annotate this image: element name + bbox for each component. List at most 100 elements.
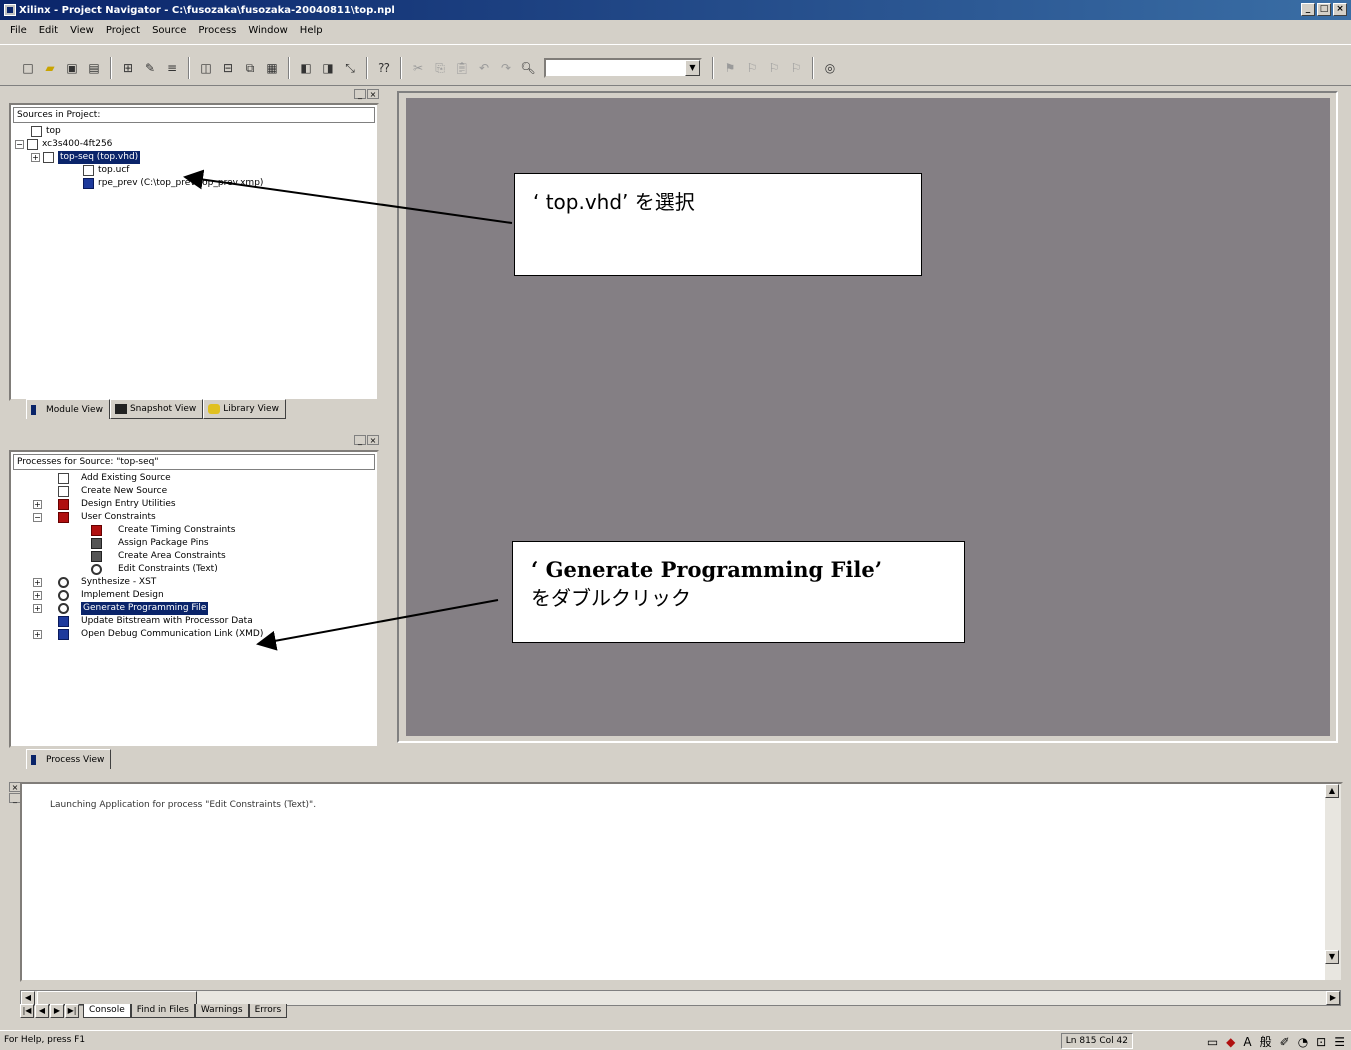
status-help-text: For Help, press F1 — [4, 1035, 86, 1045]
panel-minimize-button[interactable]: _ — [354, 435, 366, 445]
scroll-right-icon[interactable]: ▶ — [1326, 991, 1340, 1005]
menu-process[interactable]: Process — [192, 22, 242, 40]
window-cascade-icon[interactable]: ⧉ — [240, 58, 260, 78]
tab-errors[interactable]: Errors — [248, 1004, 288, 1018]
find-icon[interactable]: 🔍︎ — [518, 58, 538, 78]
tab-first-icon[interactable]: |◀ — [20, 1004, 34, 1018]
copy-icon[interactable]: ⎘ — [430, 58, 450, 78]
windows-icon[interactable]: ◫ — [196, 58, 216, 78]
maximize-button[interactable]: □ — [1317, 3, 1331, 16]
scroll-down-icon[interactable]: ▼ — [1325, 950, 1339, 964]
menu-help[interactable]: Help — [294, 22, 329, 40]
bookmark-icon[interactable]: ⚑ — [720, 58, 740, 78]
tree-item-ucf[interactable]: top.ucf — [11, 164, 377, 177]
new-file-icon[interactable]: □ — [18, 58, 38, 78]
debug-icon — [58, 629, 69, 640]
processes-tree[interactable]: Processes for Source: "top-seq" Add Exis… — [9, 450, 379, 748]
bookmark-next-icon[interactable]: ⚐ — [742, 58, 762, 78]
menu-project[interactable]: Project — [100, 22, 146, 40]
expand-icon[interactable]: + — [31, 153, 40, 162]
console-panel: × _ Launching Application for process "E… — [7, 776, 1345, 998]
tree-item-top-seq[interactable]: + top-seq (top.vhd) — [11, 151, 377, 164]
tab-console[interactable]: Console — [83, 1004, 131, 1018]
find-combo[interactable]: ▼ — [544, 58, 702, 78]
minimize-button[interactable]: _ — [1301, 3, 1315, 16]
menu-window[interactable]: Window — [242, 22, 293, 40]
menu-view[interactable]: View — [64, 22, 100, 40]
area-icon — [91, 551, 102, 562]
tab-module-view[interactable]: Module View — [26, 399, 110, 419]
doc-icon[interactable]: ▦ — [262, 58, 282, 78]
window-tile-icon[interactable]: ⊟ — [218, 58, 238, 78]
new-source-icon[interactable]: ✎ — [140, 58, 160, 78]
bitstream-icon — [58, 616, 69, 627]
menu-source[interactable]: Source — [146, 22, 192, 40]
tab-library-view[interactable]: Library View — [203, 399, 286, 419]
process-generate-programming-file[interactable]: + Generate Programming File — [11, 602, 377, 615]
app-icon[interactable] — [4, 4, 16, 16]
expand-icon[interactable]: + — [33, 578, 42, 587]
add-source-icon[interactable]: ⊞ — [118, 58, 138, 78]
tab-find-in-files[interactable]: Find in Files — [130, 1004, 195, 1018]
properties-icon[interactable]: ≡ — [162, 58, 182, 78]
menu-edit[interactable]: Edit — [33, 22, 64, 40]
process-edit-constraints-text[interactable]: Edit Constraints (Text) — [11, 563, 377, 576]
tab-prev-icon[interactable]: ◀ — [35, 1004, 49, 1018]
expand-icon[interactable]: + — [33, 604, 42, 613]
save-icon[interactable]: ▣ — [62, 58, 82, 78]
fit-icon[interactable]: ⤡ — [340, 58, 360, 78]
paste-icon[interactable]: 📋︎ — [452, 58, 472, 78]
console-vscroll[interactable]: ▲ ▼ — [1325, 784, 1341, 980]
bookmark-clear-icon[interactable]: ⚐ — [786, 58, 806, 78]
panel2-icon[interactable]: ◨ — [318, 58, 338, 78]
panel-icon[interactable]: ◧ — [296, 58, 316, 78]
collapse-icon[interactable]: − — [15, 140, 24, 149]
chevron-down-icon[interactable]: ▼ — [685, 60, 700, 76]
process-user-constraints[interactable]: − User Constraints — [11, 511, 377, 524]
collapse-icon[interactable]: − — [33, 513, 42, 522]
menu-file[interactable]: File — [4, 22, 33, 40]
redo-icon[interactable]: ↷ — [496, 58, 516, 78]
tab-next-icon[interactable]: ▶ — [50, 1004, 64, 1018]
sources-tree[interactable]: Sources in Project: top − xc3s400-4ft256… — [9, 103, 379, 401]
bookmark-prev-icon[interactable]: ⚐ — [764, 58, 784, 78]
process-create-timing-constraints[interactable]: Create Timing Constraints — [11, 524, 377, 537]
console-output[interactable]: Launching Application for process "Edit … — [20, 782, 1343, 982]
tab-process-view[interactable]: Process View — [26, 749, 112, 769]
bulb-icon[interactable]: ◎ — [820, 58, 840, 78]
process-update-bitstream[interactable]: Update Bitstream with Processor Data — [11, 615, 377, 628]
process-implement-design[interactable]: + Implement Design — [11, 589, 377, 602]
process-synthesize-xst[interactable]: + Synthesize - XST — [11, 576, 377, 589]
camera-icon — [114, 404, 127, 414]
tab-last-icon[interactable]: ▶| — [65, 1004, 79, 1018]
title-bar: Xilinx - Project Navigator - C:\fusozaka… — [0, 0, 1351, 20]
expand-icon[interactable]: + — [33, 630, 42, 639]
close-button[interactable]: × — [1333, 3, 1347, 16]
process-create-area-constraints[interactable]: Create Area Constraints — [11, 550, 377, 563]
process-create-new-source[interactable]: Create New Source — [11, 485, 377, 498]
print-icon[interactable]: ▤ — [84, 58, 104, 78]
tree-item-top[interactable]: top — [11, 125, 377, 138]
process-open-debug-link[interactable]: + Open Debug Communication Link (XMD) — [11, 628, 377, 641]
panel-minimize-button[interactable]: _ — [354, 89, 366, 99]
tree-item-device[interactable]: − xc3s400-4ft256 — [11, 138, 377, 151]
process-add-existing-source[interactable]: Add Existing Source — [11, 472, 377, 485]
scroll-up-icon[interactable]: ▲ — [1325, 784, 1339, 798]
cut-icon[interactable]: ✂ — [408, 58, 428, 78]
process-assign-package-pins[interactable]: Assign Package Pins — [11, 537, 377, 550]
expand-icon[interactable]: + — [33, 591, 42, 600]
scroll-thumb[interactable] — [37, 991, 197, 1005]
scroll-left-icon[interactable]: ◀ — [21, 991, 35, 1005]
help-icon[interactable]: ⁇ — [374, 58, 394, 78]
panel-close-button[interactable]: × — [367, 89, 379, 99]
open-folder-icon[interactable]: ▰ — [40, 58, 60, 78]
panel-close-button[interactable]: × — [367, 435, 379, 445]
input-mode-icon: A — [1243, 1035, 1252, 1049]
window-title: Xilinx - Project Navigator - C:\fusozaka… — [19, 4, 395, 16]
tree-item-xmp[interactable]: rpe_prev (C:\top_prev\top_prev.xmp) — [11, 177, 377, 190]
undo-icon[interactable]: ↶ — [474, 58, 494, 78]
tab-warnings[interactable]: Warnings — [194, 1004, 249, 1018]
process-design-entry-utilities[interactable]: + Design Entry Utilities — [11, 498, 377, 511]
expand-icon[interactable]: + — [33, 500, 42, 509]
tab-snapshot-view[interactable]: Snapshot View — [109, 399, 204, 419]
